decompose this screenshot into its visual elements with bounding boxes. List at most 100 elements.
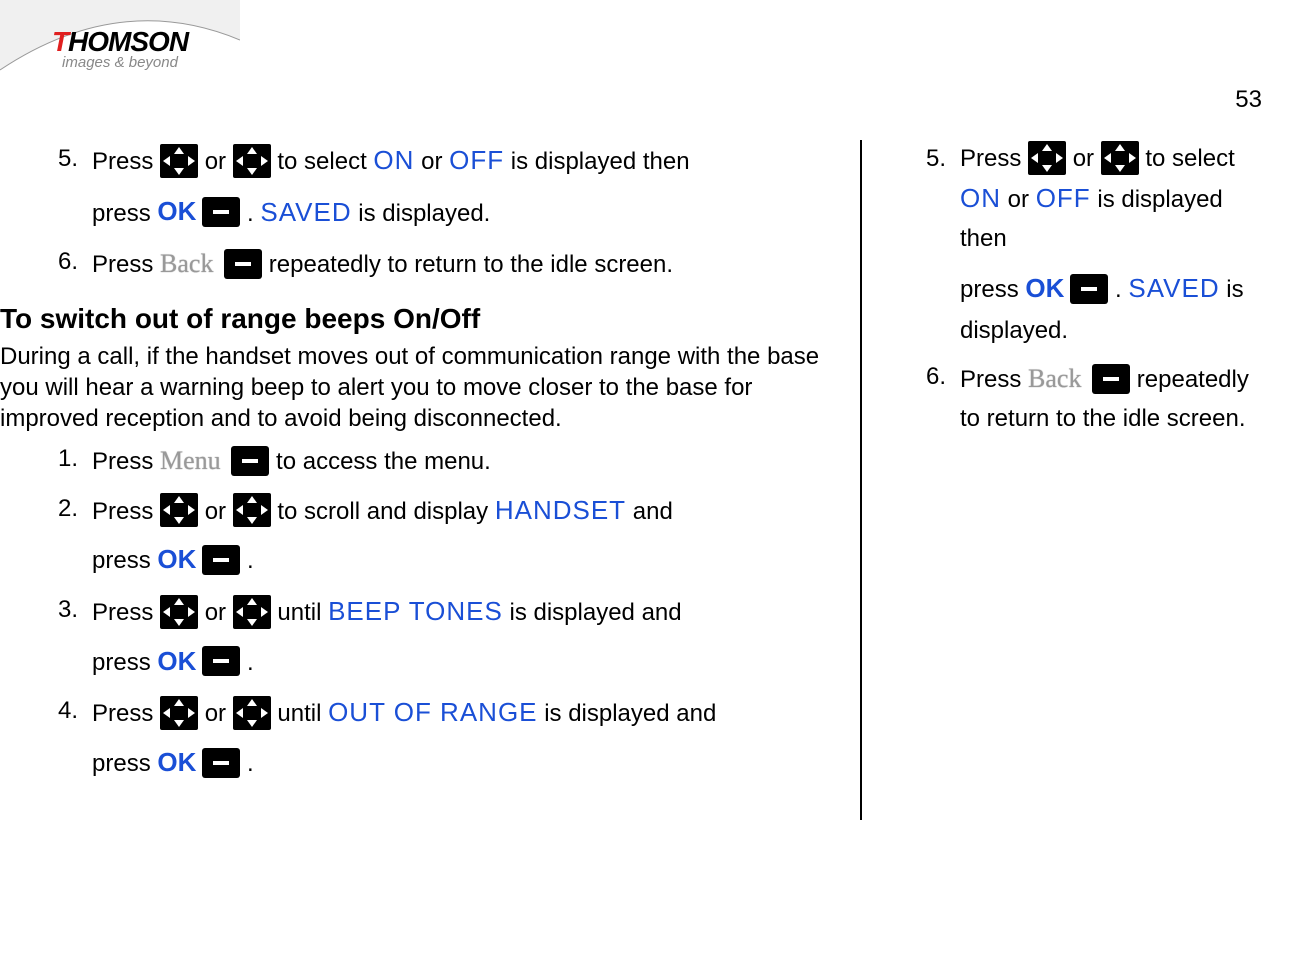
bottom-steps: 1. Press Menu to access the menu. 2. Pre… [0, 440, 830, 785]
brand-initial: T [52, 26, 68, 57]
menu-softkey-label: Menu [160, 440, 221, 482]
softkey-icon [224, 249, 262, 279]
text: Press [92, 498, 160, 525]
step-body: Press Back repeatedly to return to the i… [960, 358, 1272, 438]
nav-up-icon [1028, 141, 1066, 175]
text: Press [92, 599, 160, 626]
section-title: To switch out of range beeps On/Off [0, 303, 830, 335]
step-body: Press or until BEEP TONES is displayed a… [92, 591, 830, 684]
text: or [1073, 145, 1101, 172]
text: Press [92, 448, 160, 475]
text: . [247, 750, 254, 777]
ok-label: OK [157, 539, 196, 581]
text: or [1008, 186, 1036, 213]
step-number: 2. [0, 490, 92, 583]
step-number: 6. [892, 358, 960, 438]
nav-down-icon [233, 144, 271, 178]
top-steps: 5. Press or to select ON or OFF is displ… [0, 140, 830, 285]
text: to select [1145, 145, 1234, 172]
text: repeatedly to return to the idle screen. [269, 251, 673, 278]
display-on: ON [960, 183, 1001, 213]
ok-button-icon: OK [1025, 268, 1108, 310]
text: to select [277, 148, 373, 175]
section-intro: During a call, if the handset moves out … [0, 341, 830, 435]
step-body: Press Back repeatedly to return to the i… [92, 243, 830, 285]
content-columns: 5. Press or to select ON or OFF is displ… [0, 140, 1302, 820]
ok-label: OK [1025, 268, 1064, 310]
text: is displayed and [510, 599, 682, 626]
nav-up-icon [160, 595, 198, 629]
step-number: 5. [0, 140, 92, 235]
step-body: Press Menu to access the menu. [92, 440, 830, 482]
nav-up-icon [160, 696, 198, 730]
display-off: OFF [1036, 183, 1091, 213]
right-steps: 5. Press or to select ON or OFF is displ… [892, 140, 1272, 438]
softkey-icon [1070, 274, 1108, 304]
text: press [92, 750, 157, 777]
text: Press [960, 145, 1028, 172]
softkey-icon [202, 545, 240, 575]
display-saved: SAVED [260, 197, 351, 227]
nav-down-icon [1101, 141, 1139, 175]
back-softkey-label: Back [1028, 358, 1081, 400]
step-3: 3. Press or until BEEP TONES is displaye… [0, 591, 830, 684]
text: is displayed and [544, 700, 716, 727]
display-saved: SAVED [1128, 273, 1219, 303]
display-out-of-range: OUT OF RANGE [328, 697, 537, 727]
softkey-icon [202, 197, 240, 227]
softkey-icon [202, 646, 240, 676]
text: press [92, 649, 157, 676]
nav-up-icon [160, 144, 198, 178]
ok-button-icon: OK [157, 641, 240, 683]
brand-logo: THOMSON images & beyond [0, 0, 240, 90]
text: to access the menu. [276, 448, 491, 475]
display-handset: HANDSET [495, 495, 626, 525]
step-5: 5. Press or to select ON or OFF is displ… [892, 140, 1272, 350]
step-number: 5. [892, 140, 960, 350]
text: press [960, 276, 1025, 303]
column-separator [860, 140, 862, 820]
back-softkey-label: Back [160, 243, 213, 285]
display-on: ON [373, 145, 414, 175]
ok-button-icon: OK [157, 539, 240, 581]
ok-button-icon: OK [157, 191, 240, 233]
brand-rest: HOMSON [68, 26, 188, 57]
text: . [247, 649, 254, 676]
text: Press [92, 700, 160, 727]
text: or [205, 148, 233, 175]
text: or [205, 700, 233, 727]
display-off: OFF [449, 145, 504, 175]
nav-down-icon [233, 595, 271, 629]
page: THOMSON images & beyond 53 5. Press or t… [0, 0, 1302, 980]
text: press [92, 200, 157, 227]
display-beep-tones: BEEP TONES [328, 596, 503, 626]
text: or [205, 498, 233, 525]
text: Press [960, 366, 1028, 393]
text: press [92, 548, 157, 575]
text: until [277, 700, 328, 727]
step-number: 4. [0, 692, 92, 785]
text: until [277, 599, 328, 626]
ok-label: OK [157, 191, 196, 233]
text: Press [92, 251, 160, 278]
ok-button-icon: OK [157, 742, 240, 784]
softkey-icon [202, 748, 240, 778]
softkey-icon [1092, 364, 1130, 394]
ok-label: OK [157, 742, 196, 784]
step-6: 6. Press Back repeatedly to return to th… [0, 243, 830, 285]
nav-up-icon [160, 493, 198, 527]
text: . [1115, 276, 1128, 303]
left-column: 5. Press or to select ON or OFF is displ… [0, 140, 860, 820]
text: and [633, 498, 673, 525]
page-number: 53 [1235, 86, 1262, 114]
text: or [205, 599, 233, 626]
text: is displayed then [511, 148, 690, 175]
step-body: Press or to select ON or OFF is displaye… [92, 140, 830, 235]
step-number: 3. [0, 591, 92, 684]
brand-tagline: images & beyond [62, 54, 178, 71]
ok-label: OK [157, 641, 196, 683]
step-4: 4. Press or until OUT OF RANGE is displa… [0, 692, 830, 785]
softkey-icon [231, 446, 269, 476]
step-body: Press or until OUT OF RANGE is displayed… [92, 692, 830, 785]
nav-down-icon [233, 493, 271, 527]
